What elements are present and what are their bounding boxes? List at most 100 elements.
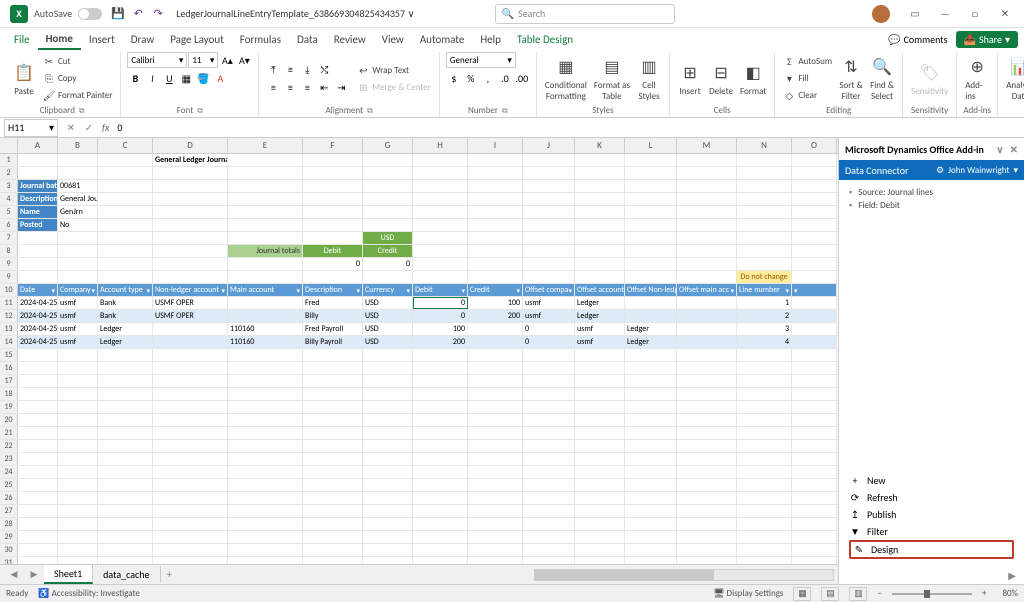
data-cell[interactable]: usmf (58, 323, 98, 335)
info-value[interactable]: 00681 (58, 180, 98, 192)
col-header-N[interactable]: N (737, 138, 792, 153)
page-break-view-icon[interactable]: ▥ (849, 587, 867, 601)
data-cell[interactable]: Ledger (625, 336, 677, 348)
col-header-F[interactable]: F (303, 138, 363, 153)
gear-icon[interactable]: ⚙ (936, 165, 944, 176)
col-header-M[interactable]: M (677, 138, 737, 153)
percent-icon[interactable]: % (463, 70, 479, 86)
tab-view[interactable]: View (374, 28, 412, 50)
jt-credit[interactable]: 0 (363, 258, 413, 270)
data-cell[interactable] (677, 310, 737, 322)
tbl-header[interactable]: Offset account t▾ (575, 284, 625, 296)
filter-drop-icon[interactable]: ▾ (146, 286, 150, 295)
bold-button[interactable]: B (127, 70, 143, 86)
comma-icon[interactable]: , (480, 70, 496, 86)
filter-drop-icon[interactable]: ▾ (406, 286, 410, 295)
underline-button[interactable]: U (161, 70, 177, 86)
data-cell[interactable] (625, 297, 677, 309)
font-color-button[interactable]: A (212, 70, 228, 86)
tab-automate[interactable]: Automate (412, 28, 473, 50)
data-cell[interactable] (677, 323, 737, 335)
row-header-17[interactable]: 17 (0, 375, 18, 387)
tbl-header[interactable]: Date▾ (18, 284, 58, 296)
row-header-26[interactable]: 26 (0, 492, 18, 504)
col-header-D[interactable]: D (153, 138, 228, 153)
name-box[interactable]: H11▾ (4, 119, 58, 137)
credit-header[interactable]: Credit (363, 245, 413, 257)
row-header-4[interactable]: 4 (0, 193, 18, 205)
data-cell[interactable] (792, 323, 837, 335)
data-cell[interactable] (677, 336, 737, 348)
data-cell[interactable]: Ledger (98, 336, 153, 348)
horizontal-scrollbar[interactable] (534, 569, 834, 581)
clear-button[interactable]: ◇Clear (781, 88, 834, 104)
tbl-header[interactable]: Credit▾ (468, 284, 523, 296)
filter-drop-icon[interactable]: ▾ (91, 286, 95, 295)
grid-rows[interactable]: 1General Ledger Journal Entry23Journal b… (0, 154, 838, 564)
data-cell[interactable]: Fred (303, 297, 363, 309)
format-as-table-button[interactable]: ▤Format as Table (592, 53, 632, 104)
row-header-30[interactable]: 30 (0, 544, 18, 556)
data-cell[interactable] (625, 310, 677, 322)
cut-button[interactable]: ✂Cut (41, 54, 114, 70)
delete-cells-button[interactable]: ⊟Delete (707, 59, 735, 99)
data-cell[interactable] (677, 297, 737, 309)
zoom-slider[interactable] (892, 593, 972, 595)
decrease-decimal-icon[interactable]: .00 (514, 70, 530, 86)
analyze-data-button[interactable]: 📊Analyze Data (1004, 53, 1024, 104)
data-cell[interactable]: usmf (58, 297, 98, 309)
row-header-11[interactable]: 11 (0, 297, 18, 309)
fill-color-button[interactable]: 🪣 (195, 70, 211, 86)
data-cell[interactable]: USMF OPER (153, 310, 228, 322)
col-header-L[interactable]: L (625, 138, 677, 153)
decrease-font-icon[interactable]: A▾ (236, 52, 252, 68)
col-header-E[interactable]: E (228, 138, 303, 153)
row-header-10[interactable]: 10 (0, 284, 18, 296)
data-cell[interactable] (468, 323, 523, 335)
data-cell[interactable]: 4 (737, 336, 792, 348)
data-cell[interactable] (468, 336, 523, 348)
italic-button[interactable]: I (144, 70, 160, 86)
taskpane-close-icon[interactable]: ✕ (1010, 143, 1018, 156)
usd-header[interactable]: USD (363, 232, 413, 244)
data-cell[interactable] (153, 323, 228, 335)
row-header-22[interactable]: 22 (0, 440, 18, 452)
data-cell[interactable]: Billy (303, 310, 363, 322)
tbl-header[interactable]: Offset main acc▾ (677, 284, 737, 296)
document-name[interactable]: LedgerJournalLineEntryTemplate_638669304… (176, 7, 414, 20)
zoom-out-button[interactable]: − (877, 588, 881, 599)
conditional-formatting-button[interactable]: ▦Conditional Formatting (543, 53, 589, 104)
fx-icon[interactable]: fx (98, 121, 113, 134)
jt-debit[interactable]: 0 (303, 258, 363, 270)
filter-drop-icon[interactable]: ▾ (794, 286, 798, 295)
data-cell[interactable]: 1 (737, 297, 792, 309)
row-header-25[interactable]: 25 (0, 479, 18, 491)
font-size-select[interactable]: 11▾ (188, 52, 218, 68)
redo-icon[interactable]: ↷ (148, 4, 168, 24)
spreadsheet-area[interactable]: ABCDEFGHIJKLMNO 1General Ledger Journal … (0, 138, 838, 584)
info-label[interactable]: Journal batch number (18, 180, 58, 192)
sheet-tab-data-cache[interactable]: data_cache (93, 566, 160, 583)
data-cell[interactable]: Bank (98, 297, 153, 309)
data-cell[interactable]: Fred Payroll (303, 323, 363, 335)
info-label[interactable]: Name (18, 206, 58, 218)
data-cell[interactable]: usmf (523, 297, 575, 309)
sheet-tab-active[interactable]: Sheet1 (44, 565, 93, 584)
data-cell[interactable]: Billy Payroll (303, 336, 363, 348)
increase-decimal-icon[interactable]: .0 (497, 70, 513, 86)
tbl-header[interactable]: Non-ledger account▾ (153, 284, 228, 296)
action-refresh[interactable]: ⟳Refresh (849, 489, 1014, 506)
row-header-31[interactable]: 31 (0, 557, 18, 564)
data-cell[interactable]: 2 (737, 310, 792, 322)
data-cell[interactable]: 100 (468, 297, 523, 309)
comments-button[interactable]: 💬 Comments (880, 33, 955, 46)
wrap-text-button[interactable]: ↩Wrap Text (355, 62, 433, 78)
tab-help[interactable]: Help (472, 28, 509, 50)
filter-drop-icon[interactable]: ▾ (461, 286, 465, 295)
row-header-14[interactable]: 14 (0, 336, 18, 348)
journal-totals-label[interactable]: Journal totals (228, 245, 303, 257)
align-bottom-icon[interactable]: ⤓ (299, 62, 315, 78)
action-filter[interactable]: ▼Filter (849, 523, 1014, 540)
action-publish[interactable]: ↥Publish (849, 506, 1014, 523)
row-header-29[interactable]: 29 (0, 531, 18, 543)
